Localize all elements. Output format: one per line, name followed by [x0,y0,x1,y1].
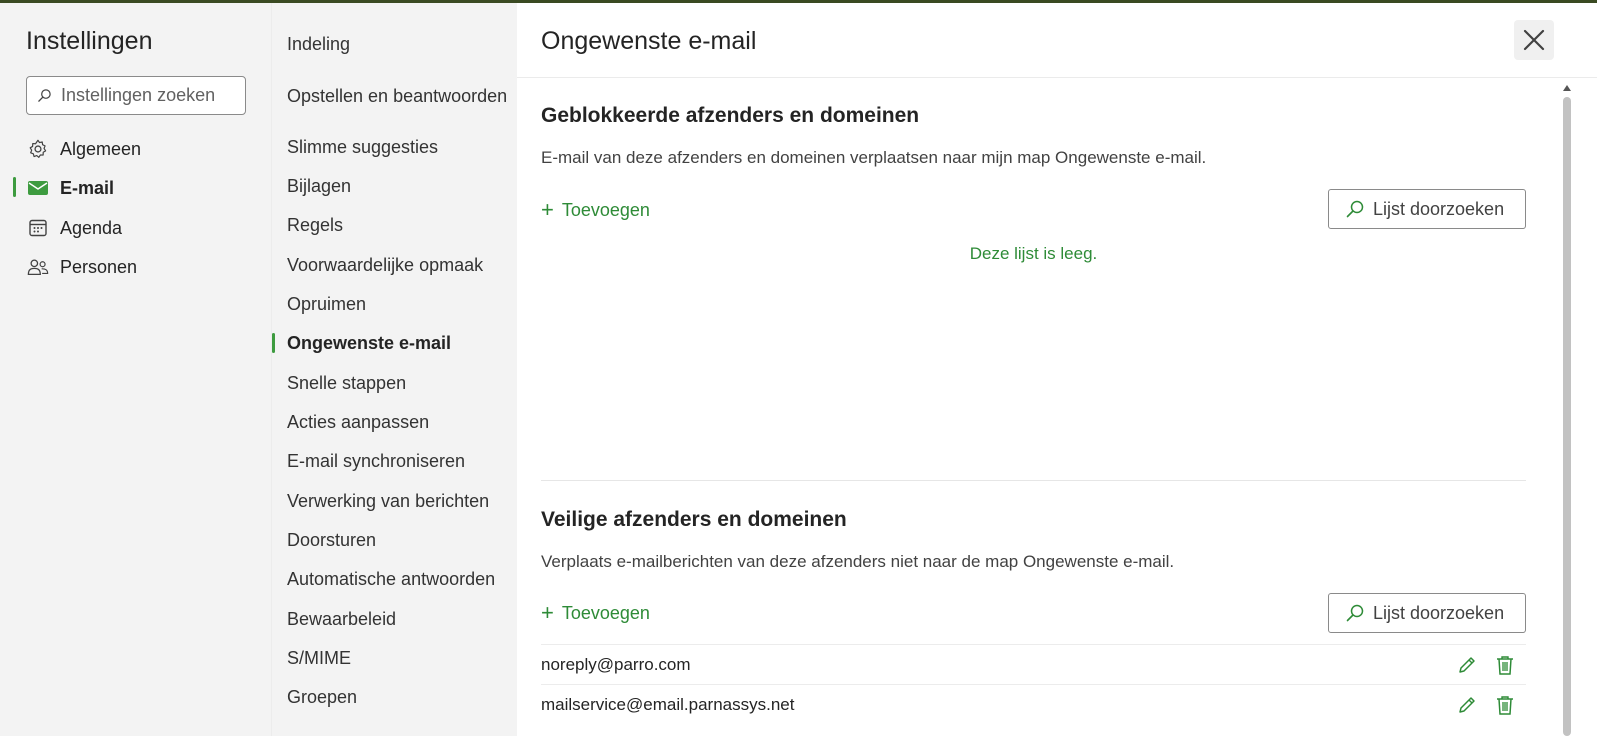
edit-pencil-icon[interactable] [1456,694,1478,716]
submenu-item-label: Opruimen [287,293,367,314]
submenu-item-acties-aanpassen[interactable]: Acties aanpassen [272,405,518,439]
safe-senders-description: Verplaats e-mailberichten van deze afzen… [541,552,1175,571]
list-search-label: Lijst doorzoeken [1373,198,1505,219]
submenu-item-label: Regels [287,214,344,235]
submenu-item-label: Voorwaardelijke opmaak [287,254,484,275]
settings-search-box[interactable] [26,76,246,115]
list-item: noreply@parro.com [541,644,1526,684]
delete-trash-icon[interactable] [1494,694,1516,716]
nav-item-label: Personen [60,256,138,277]
submenu-item-label: Indeling [287,33,351,54]
delete-trash-icon[interactable] [1494,654,1516,676]
submenu-item-label: Snelle stappen [287,372,407,393]
settings-dialog: Instellingen Algemeen [0,3,1597,736]
add-button-label: Toevoegen [561,199,650,220]
settings-nav-pane: Instellingen Algemeen [0,3,271,736]
panel-header: Ongewenste e-mail [517,3,1597,78]
people-icon [27,256,49,278]
search-icon [1346,200,1364,218]
nav-item-personen[interactable]: Personen [0,249,271,285]
junk-email-panel: Ongewenste e-mail Geblokkeerde afzenders… [517,3,1597,736]
mail-icon [27,177,49,199]
gear-icon [27,138,49,160]
nav-item-label: Algemeen [60,138,142,159]
email-settings-submenu: Indeling Opstellen en beantwoorden Slimm… [271,3,517,736]
safe-sender-address: mailservice@email.parnassys.net [541,694,795,714]
submenu-item-indeling[interactable]: Indeling [272,27,518,61]
submenu-item-label: Opstellen en beantwoorden [287,85,508,106]
blocked-add-button[interactable]: + Toevoegen [541,199,650,221]
submenu-item-label: Bewaarbeleid [287,608,397,629]
plus-icon: + [541,600,554,625]
submenu-item-label: Doorsturen [287,529,377,550]
list-search-label: Lijst doorzoeken [1373,602,1505,623]
submenu-item-label: E-mail synchroniseren [287,450,466,471]
safe-sender-address: noreply@parro.com [541,654,691,674]
close-icon [1523,29,1545,51]
submenu-item-automatische-antwoorden[interactable]: Automatische antwoorden [272,562,518,596]
blocked-empty-message: Deze lijst is leeg. [969,244,1098,263]
nav-item-algemeen[interactable]: Algemeen [0,131,271,167]
safe-list-search-button[interactable]: Lijst doorzoeken [1328,593,1526,633]
nav-item-label: Agenda [60,217,123,238]
scroll-up-arrow-icon[interactable] [1563,85,1571,91]
submenu-item-email-synchroniseren[interactable]: E-mail synchroniseren [272,444,518,478]
scrollbar-thumb[interactable] [1563,97,1571,736]
nav-item-agenda[interactable]: Agenda [0,210,271,246]
row-actions [1456,654,1526,676]
nav-item-email[interactable]: E-mail [0,170,271,206]
submenu-item-label: Automatische antwoorden [287,568,496,589]
submenu-item-regels[interactable]: Regels [272,208,518,242]
calendar-icon [27,217,49,239]
submenu-item-slimme-suggesties[interactable]: Slimme suggesties [272,130,518,164]
section-divider [541,480,1526,481]
submenu-item-label: Ongewenste e-mail [287,332,452,353]
close-button[interactable] [1514,20,1554,60]
row-actions [1456,694,1526,716]
submenu-item-label: Groepen [287,686,358,707]
plus-icon: + [541,197,554,222]
search-icon [1346,604,1364,622]
submenu-item-opruimen[interactable]: Opruimen [272,287,518,321]
blocked-senders-title: Geblokkeerde afzenders en domeinen [541,104,920,127]
edit-pencil-icon[interactable] [1456,654,1478,676]
blocked-senders-description: E-mail van deze afzenders en domeinen ve… [541,148,1207,167]
search-icon [38,89,51,102]
submenu-item-label: Acties aanpassen [287,411,430,432]
submenu-item-bijlagen[interactable]: Bijlagen [272,169,518,203]
submenu-item-doorsturen[interactable]: Doorsturen [272,523,518,557]
settings-search-input[interactable] [61,85,241,106]
submenu-item-verwerking-berichten[interactable]: Verwerking van berichten [272,484,518,518]
submenu-item-bewaarbeleid[interactable]: Bewaarbeleid [272,602,518,636]
active-indicator [272,333,275,353]
add-button-label: Toevoegen [561,602,650,623]
blocked-list-search-button[interactable]: Lijst doorzoeken [1328,189,1526,229]
safe-senders-title: Veilige afzenders en domeinen [541,508,847,531]
submenu-item-voorwaardelijke-opmaak[interactable]: Voorwaardelijke opmaak [272,248,518,282]
panel-scrollbar[interactable] [1561,83,1573,736]
submenu-item-label: S/MIME [287,647,352,668]
submenu-item-groepen[interactable]: Groepen [272,680,518,714]
submenu-item-label: Bijlagen [287,175,352,196]
settings-title: Instellingen [26,27,153,55]
safe-add-button[interactable]: + Toevoegen [541,602,650,624]
submenu-item-opstellen[interactable]: Opstellen en beantwoorden [272,79,518,113]
list-item: mailservice@email.parnassys.net [541,684,1526,724]
active-indicator [13,177,16,197]
nav-item-label: E-mail [60,177,115,198]
submenu-item-smime[interactable]: S/MIME [272,641,518,675]
submenu-item-snelle-stappen[interactable]: Snelle stappen [272,366,518,400]
submenu-item-label: Slimme suggesties [287,136,439,157]
submenu-item-ongewenste-email[interactable]: Ongewenste e-mail [272,326,518,360]
submenu-item-label: Verwerking van berichten [287,490,490,511]
page-title: Ongewenste e-mail [541,27,757,55]
